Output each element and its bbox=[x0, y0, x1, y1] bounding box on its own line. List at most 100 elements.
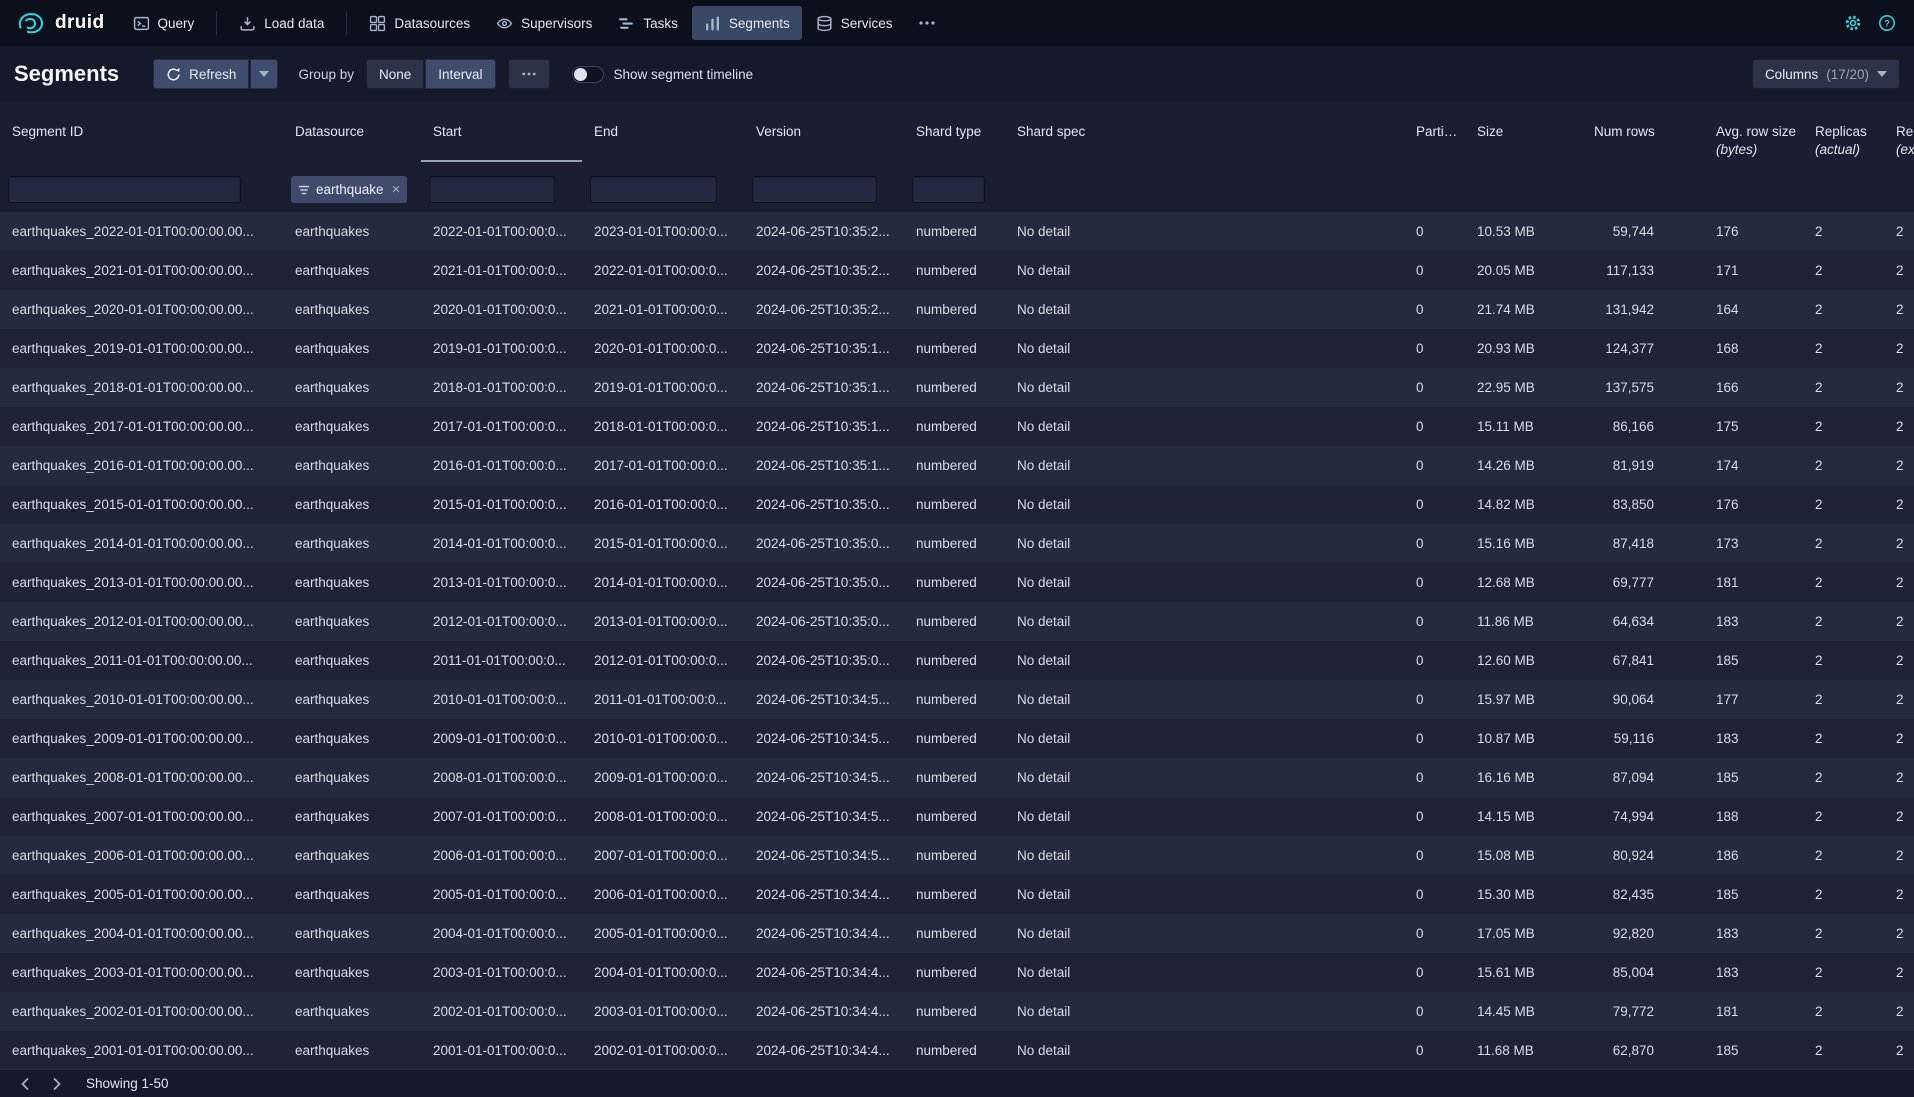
cell-num_rows[interactable]: 117,133 bbox=[1582, 251, 1704, 290]
cell-size[interactable]: 10.53 MB bbox=[1465, 212, 1582, 251]
cell-start[interactable]: 2019-01-01T00:00:0... bbox=[421, 329, 582, 368]
cell-start[interactable]: 2012-01-01T00:00:0... bbox=[421, 602, 582, 641]
cell-shard_spec[interactable]: No detail bbox=[1005, 368, 1404, 407]
filter-input-shard_type[interactable] bbox=[912, 176, 985, 203]
cell-end[interactable]: 2019-01-01T00:00:0... bbox=[582, 368, 744, 407]
cell-replicas[interactable]: 2 bbox=[1803, 368, 1884, 407]
cell-num_rows[interactable]: 69,777 bbox=[1582, 563, 1704, 602]
cell-num_rows[interactable]: 137,575 bbox=[1582, 368, 1704, 407]
cell-datasource[interactable]: earthquakes bbox=[283, 446, 421, 485]
cell-replicas[interactable]: 2 bbox=[1803, 680, 1884, 719]
cell-num_rows[interactable]: 82,435 bbox=[1582, 875, 1704, 914]
cell-version[interactable]: 2024-06-25T10:34:4... bbox=[744, 953, 904, 992]
cell-shard_type[interactable]: numbered bbox=[904, 992, 1005, 1031]
cell-replicas[interactable]: 2 bbox=[1803, 290, 1884, 329]
cell-segment_id[interactable]: earthquakes_2001-01-01T00:00:00.00... bbox=[0, 1031, 283, 1070]
cell-shard_spec[interactable]: No detail bbox=[1005, 758, 1404, 797]
cell-avg_row_size[interactable]: 181 bbox=[1704, 992, 1803, 1031]
filter-input-segment_id[interactable] bbox=[8, 176, 241, 203]
cell-num_rows[interactable]: 74,994 bbox=[1582, 797, 1704, 836]
column-header-replicas[interactable]: Replicas(actual) bbox=[1803, 102, 1884, 172]
cell-replication_factor[interactable]: 2 bbox=[1884, 446, 1914, 485]
cell-shard_type[interactable]: numbered bbox=[904, 758, 1005, 797]
cell-num_rows[interactable]: 83,850 bbox=[1582, 485, 1704, 524]
filter-input-start[interactable] bbox=[429, 176, 555, 203]
cell-shard_spec[interactable]: No detail bbox=[1005, 992, 1404, 1031]
cell-avg_row_size[interactable]: 173 bbox=[1704, 524, 1803, 563]
cell-num_rows[interactable]: 67,841 bbox=[1582, 641, 1704, 680]
cell-start[interactable]: 2014-01-01T00:00:0... bbox=[421, 524, 582, 563]
cell-avg_row_size[interactable]: 174 bbox=[1704, 446, 1803, 485]
cell-replicas[interactable]: 2 bbox=[1803, 485, 1884, 524]
cell-segment_id[interactable]: earthquakes_2011-01-01T00:00:00.00... bbox=[0, 641, 283, 680]
group-by-none-button[interactable]: None bbox=[366, 59, 424, 89]
cell-version[interactable]: 2024-06-25T10:35:0... bbox=[744, 485, 904, 524]
cell-replication_factor[interactable]: 2 bbox=[1884, 914, 1914, 953]
cell-size[interactable]: 22.95 MB bbox=[1465, 368, 1582, 407]
cell-avg_row_size[interactable]: 183 bbox=[1704, 953, 1803, 992]
cell-replication_factor[interactable]: 2 bbox=[1884, 836, 1914, 875]
cell-shard_type[interactable]: numbered bbox=[904, 251, 1005, 290]
nav-item-services[interactable]: Services bbox=[804, 6, 905, 40]
cell-version[interactable]: 2024-06-25T10:35:1... bbox=[744, 329, 904, 368]
cell-size[interactable]: 12.60 MB bbox=[1465, 641, 1582, 680]
cell-version[interactable]: 2024-06-25T10:34:5... bbox=[744, 758, 904, 797]
cell-version[interactable]: 2024-06-25T10:35:1... bbox=[744, 407, 904, 446]
cell-num_rows[interactable]: 80,924 bbox=[1582, 836, 1704, 875]
cell-shard_type[interactable]: numbered bbox=[904, 329, 1005, 368]
cell-num_rows[interactable]: 62,870 bbox=[1582, 1031, 1704, 1070]
cell-size[interactable]: 14.82 MB bbox=[1465, 485, 1582, 524]
nav-item-load-data[interactable]: Load data bbox=[227, 6, 336, 40]
cell-replication_factor[interactable]: 2 bbox=[1884, 368, 1914, 407]
cell-replication_factor[interactable]: 2 bbox=[1884, 797, 1914, 836]
cell-shard_type[interactable]: numbered bbox=[904, 875, 1005, 914]
cell-shard_spec[interactable]: No detail bbox=[1005, 680, 1404, 719]
cell-version[interactable]: 2024-06-25T10:34:5... bbox=[744, 719, 904, 758]
cell-size[interactable]: 15.61 MB bbox=[1465, 953, 1582, 992]
cell-replicas[interactable]: 2 bbox=[1803, 914, 1884, 953]
help-button[interactable]: ? bbox=[1878, 14, 1896, 32]
cell-avg_row_size[interactable]: 181 bbox=[1704, 563, 1803, 602]
cell-version[interactable]: 2024-06-25T10:34:4... bbox=[744, 914, 904, 953]
nav-item-segments[interactable]: Segments bbox=[692, 6, 802, 40]
cell-size[interactable]: 15.16 MB bbox=[1465, 524, 1582, 563]
cell-segment_id[interactable]: earthquakes_2013-01-01T00:00:00.00... bbox=[0, 563, 283, 602]
cell-replicas[interactable]: 2 bbox=[1803, 524, 1884, 563]
cell-size[interactable]: 11.68 MB bbox=[1465, 1031, 1582, 1070]
cell-end[interactable]: 2002-01-01T00:00:0... bbox=[582, 1031, 744, 1070]
cell-shard_type[interactable]: numbered bbox=[904, 290, 1005, 329]
cell-start[interactable]: 2002-01-01T00:00:0... bbox=[421, 992, 582, 1031]
cell-start[interactable]: 2003-01-01T00:00:0... bbox=[421, 953, 582, 992]
cell-version[interactable]: 2024-06-25T10:34:5... bbox=[744, 797, 904, 836]
cell-start[interactable]: 2004-01-01T00:00:0... bbox=[421, 914, 582, 953]
cell-end[interactable]: 2020-01-01T00:00:0... bbox=[582, 329, 744, 368]
cell-datasource[interactable]: earthquakes bbox=[283, 875, 421, 914]
cell-size[interactable]: 14.15 MB bbox=[1465, 797, 1582, 836]
cell-num_rows[interactable]: 81,919 bbox=[1582, 446, 1704, 485]
nav-item-supervisors[interactable]: Supervisors bbox=[484, 6, 604, 40]
cell-avg_row_size[interactable]: 185 bbox=[1704, 1031, 1803, 1070]
cell-segment_id[interactable]: earthquakes_2012-01-01T00:00:00.00... bbox=[0, 602, 283, 641]
cell-version[interactable]: 2024-06-25T10:35:0... bbox=[744, 602, 904, 641]
settings-button[interactable] bbox=[1844, 14, 1862, 32]
cell-datasource[interactable]: earthquakes bbox=[283, 836, 421, 875]
cell-shard_spec[interactable]: No detail bbox=[1005, 641, 1404, 680]
cell-shard_spec[interactable]: No detail bbox=[1005, 446, 1404, 485]
cell-version[interactable]: 2024-06-25T10:35:0... bbox=[744, 563, 904, 602]
column-header-shard_type[interactable]: Shard type bbox=[904, 102, 1005, 172]
column-header-version[interactable]: Version bbox=[744, 102, 904, 172]
cell-avg_row_size[interactable]: 186 bbox=[1704, 836, 1803, 875]
cell-end[interactable]: 2008-01-01T00:00:0... bbox=[582, 797, 744, 836]
column-header-num_rows[interactable]: Num rows bbox=[1582, 102, 1704, 172]
cell-segment_id[interactable]: earthquakes_2020-01-01T00:00:00.00... bbox=[0, 290, 283, 329]
cell-start[interactable]: 2018-01-01T00:00:0... bbox=[421, 368, 582, 407]
cell-shard_spec[interactable]: No detail bbox=[1005, 719, 1404, 758]
cell-size[interactable]: 15.11 MB bbox=[1465, 407, 1582, 446]
cell-size[interactable]: 15.08 MB bbox=[1465, 836, 1582, 875]
nav-item-query[interactable]: Query bbox=[121, 6, 207, 40]
cell-size[interactable]: 21.74 MB bbox=[1465, 290, 1582, 329]
cell-start[interactable]: 2008-01-01T00:00:0... bbox=[421, 758, 582, 797]
cell-partition[interactable]: 0 bbox=[1404, 758, 1465, 797]
cell-size[interactable]: 20.05 MB bbox=[1465, 251, 1582, 290]
cell-shard_type[interactable]: numbered bbox=[904, 407, 1005, 446]
